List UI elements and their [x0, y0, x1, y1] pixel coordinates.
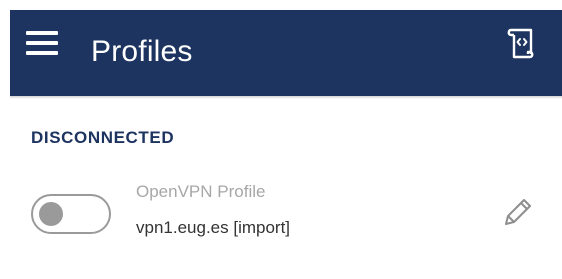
app-bar-shadow [10, 96, 562, 99]
connection-status-header: DISCONNECTED [31, 128, 175, 147]
app-bar: Profiles [10, 10, 562, 96]
profile-name-label: vpn1.eug.es [import] [136, 218, 291, 237]
connection-toggle[interactable] [31, 194, 111, 234]
page-title: Profiles [91, 35, 193, 68]
toggle-knob [39, 202, 63, 226]
edit-profile-button[interactable] [498, 194, 536, 232]
pencil-icon [505, 199, 531, 225]
profile-list-item[interactable]: OpenVPN Profile vpn1.eug.es [import] [10, 172, 562, 252]
hamburger-menu-icon [26, 31, 58, 55]
menu-button[interactable] [26, 27, 58, 59]
profile-type-label: OpenVPN Profile [136, 182, 266, 201]
import-profile-button[interactable] [504, 27, 536, 61]
profiles-screen: Profiles DISCONNECTED OpenVPN Profile vp… [0, 0, 562, 279]
import-profile-icon [507, 28, 534, 59]
